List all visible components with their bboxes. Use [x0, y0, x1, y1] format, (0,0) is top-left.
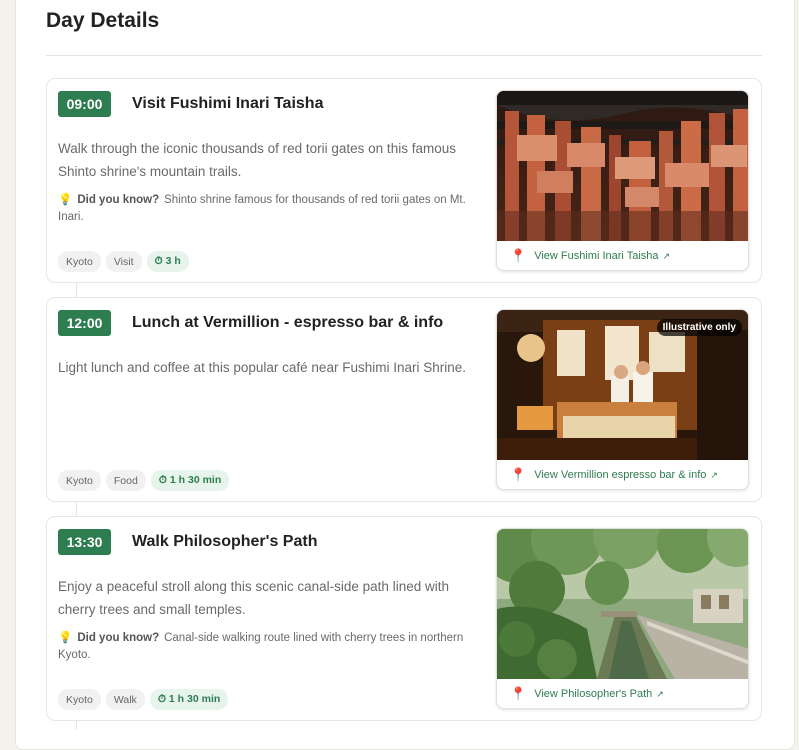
map-pin-icon: 📍: [510, 467, 527, 482]
duration-badge: ⏱ 1 h 30 min: [149, 689, 229, 710]
external-link-icon: ↗: [710, 469, 718, 480]
activity-description: Light lunch and coffee at this popular c…: [58, 360, 466, 375]
view-place-link[interactable]: 📍 View Philosopher's Path ↗: [510, 686, 664, 702]
place-photo-card[interactable]: Illustrative only 📍 View Vermillion espr…: [496, 309, 749, 490]
did-you-know-tip: 💡 Did you know? Shinto shrine famous for t…: [58, 192, 473, 226]
activity-card-fushimi-inari: 09:00 Visit Fushimi Inari Taisha Walk th…: [46, 78, 762, 283]
activity-description: Enjoy a peaceful stroll along this sceni…: [58, 579, 449, 617]
activity-title: Walk Philosopher's Path: [132, 533, 318, 550]
tip-label: Did you know?: [77, 194, 160, 206]
vermillion-photo: Illustrative only: [497, 310, 748, 460]
external-link-icon: ↗: [662, 250, 671, 261]
tag-location: Kyoto: [58, 689, 101, 710]
place-photo-card[interactable]: 📍 View Philosopher's Path ↗: [496, 528, 749, 709]
time-badge: 13:30: [58, 529, 111, 555]
lightbulb-icon: 💡: [58, 194, 73, 206]
view-place-link[interactable]: 📍 View Fushimi Inari Taisha ↗: [510, 248, 670, 264]
duration-badge: ⏱ 1 h 30 min: [150, 470, 230, 491]
tip-label: Did you know?: [77, 632, 160, 644]
tag-list: Kyoto Walk ⏱ 1 h 30 min: [58, 689, 229, 710]
tag-category: Walk: [105, 689, 145, 710]
map-pin-icon: 📍: [510, 686, 527, 701]
title-divider: [46, 55, 762, 56]
illustrative-badge: Illustrative only: [656, 319, 742, 336]
tag-location: Kyoto: [58, 251, 101, 272]
view-place-link-label[interactable]: View Vermillion espresso bar & info: [534, 469, 706, 481]
place-photo-card[interactable]: 📍 View Fushimi Inari Taisha ↗: [496, 90, 749, 271]
view-place-link-label[interactable]: View Fushimi Inari Taisha: [534, 250, 658, 262]
activity-card-vermillion: 12:00 Lunch at Vermillion - espresso bar…: [46, 297, 762, 502]
time-badge: 12:00: [58, 310, 111, 336]
activity-title: Lunch at Vermillion - espresso bar & inf…: [132, 314, 444, 331]
tag-list: Kyoto Visit ⏱ 3 h: [58, 251, 189, 272]
external-link-icon: ↗: [656, 688, 664, 699]
philosophers-path-photo: [497, 529, 748, 679]
did-you-know-tip: 💡 Did you know? Canal-side walking route l…: [58, 630, 473, 664]
activity-card-philosophers-path: 13:30 Walk Philosopher's Path Enjoy a pe…: [46, 516, 762, 721]
tag-list: Kyoto Food ⏱ 1 h 30 min: [58, 470, 230, 491]
fushimi-inari-photo: [497, 91, 748, 241]
tag-category: Food: [105, 470, 146, 491]
time-badge: 09:00: [58, 91, 111, 117]
tag-location: Kyoto: [58, 470, 101, 491]
view-place-link-label[interactable]: View Philosopher's Path: [534, 688, 652, 700]
tag-category: Visit: [105, 251, 142, 272]
map-pin-icon: 📍: [510, 248, 527, 263]
lightbulb-icon: 💡: [58, 632, 73, 644]
page-title: Day Details: [46, 9, 160, 32]
view-place-link[interactable]: 📍 View Vermillion espresso bar & info ↗: [510, 467, 718, 483]
activity-description: Walk through the iconic thousands of red…: [58, 141, 456, 179]
duration-badge: ⏱ 3 h: [146, 251, 189, 272]
activity-title: Visit Fushimi Inari Taisha: [132, 95, 324, 112]
